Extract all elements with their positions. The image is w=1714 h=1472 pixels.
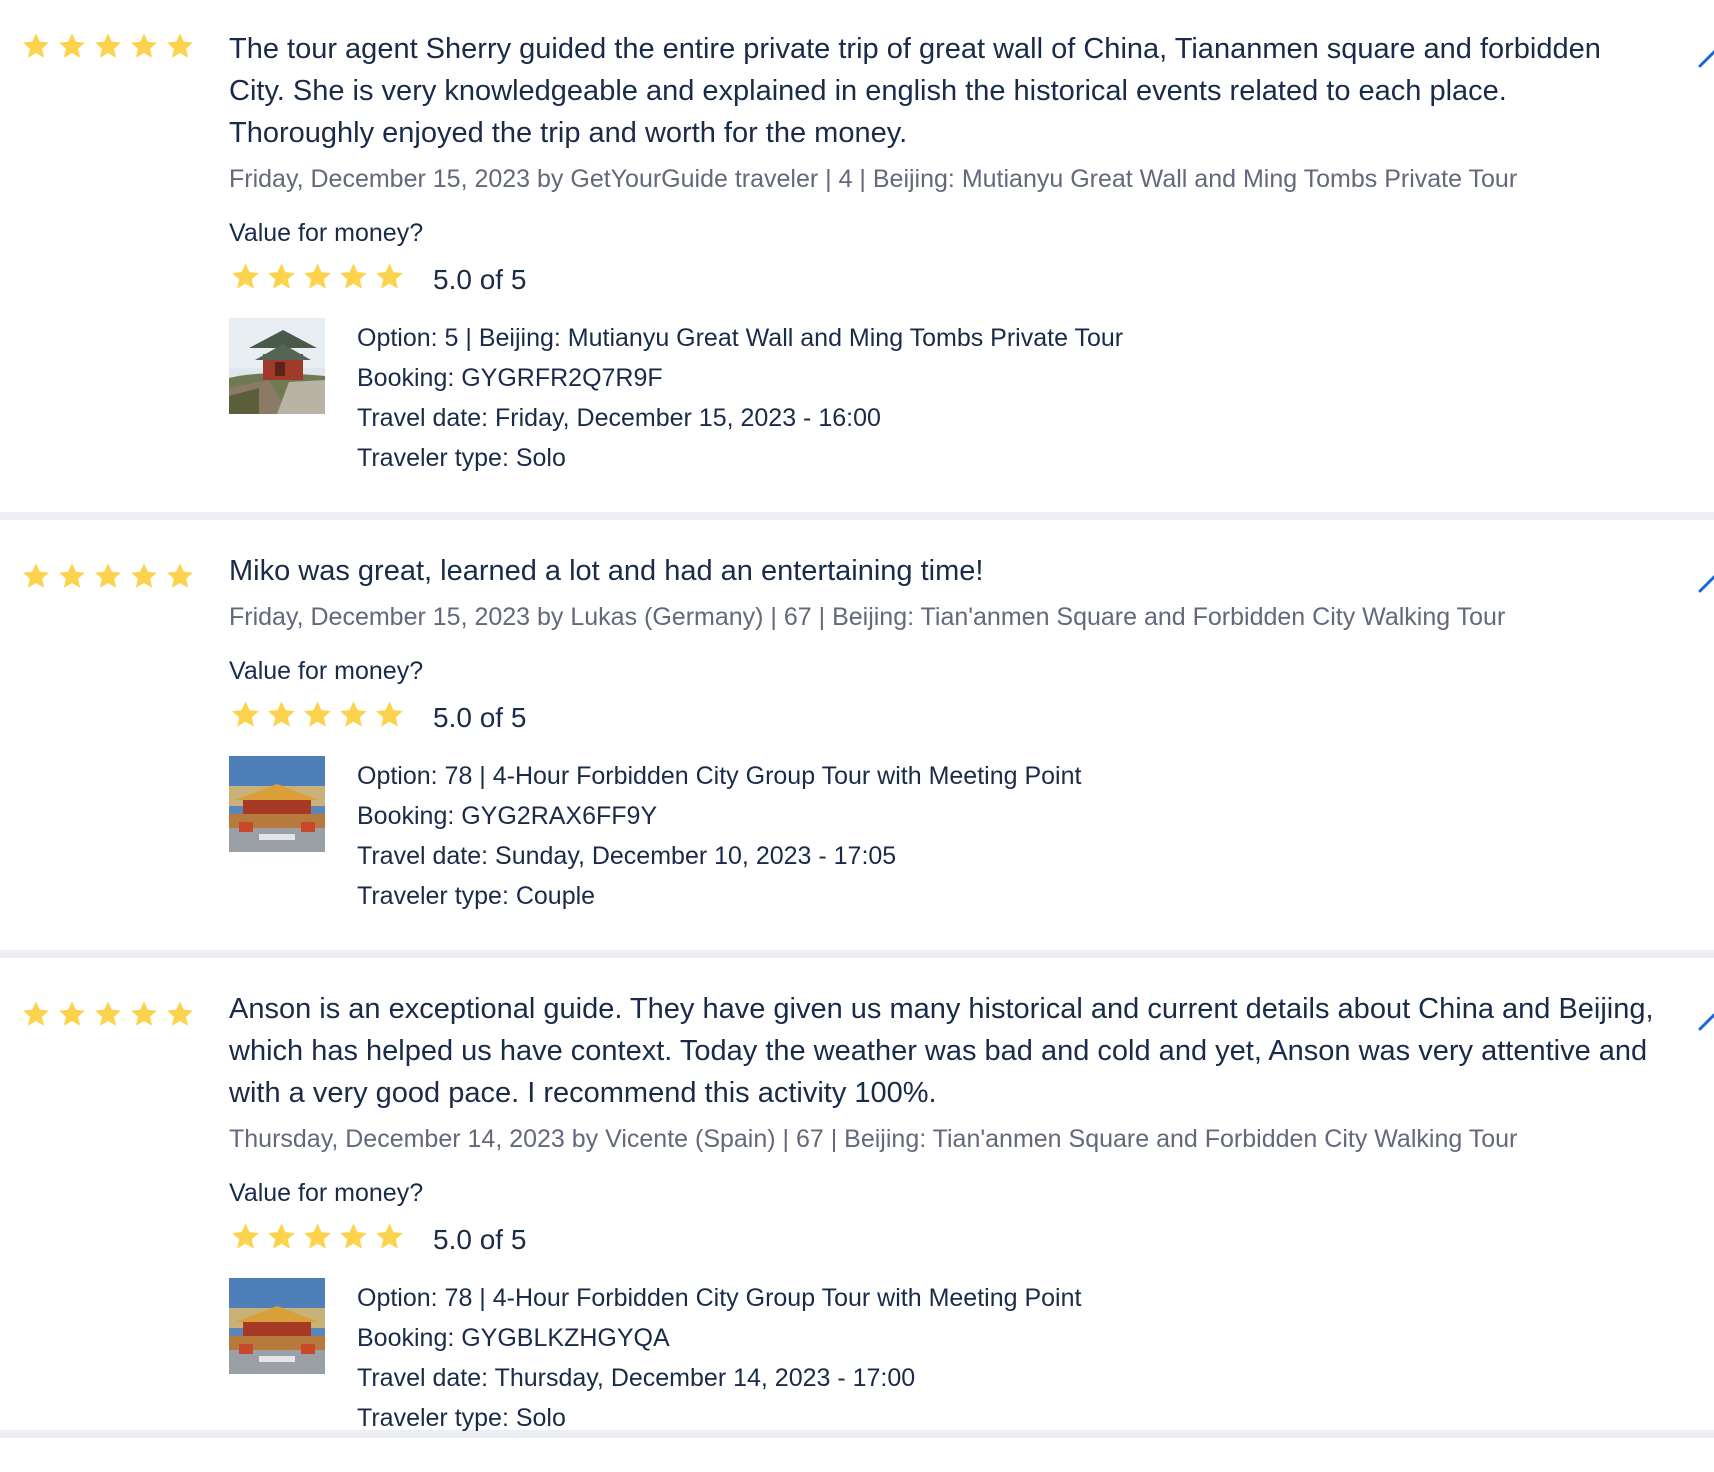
review-text: Anson is an exceptional guide. They have… <box>229 993 1654 1109</box>
traveler-type: Traveler type: Solo <box>357 444 566 472</box>
star-icon <box>20 998 52 1030</box>
star-icon <box>265 260 298 293</box>
star-icon <box>301 698 334 731</box>
star-icon <box>229 698 262 731</box>
star-icon <box>337 1220 370 1253</box>
booking-option: Option: 78 | 4-Hour Forbidden City Group… <box>357 1284 1082 1312</box>
booking-option: Option: 78 | 4-Hour Forbidden City Group… <box>357 762 1082 790</box>
star-icon <box>128 30 160 62</box>
traveler-type: Traveler type: Couple <box>357 882 596 910</box>
star-icon <box>20 30 52 62</box>
star-icon <box>92 560 124 592</box>
value-rating-stars <box>229 698 406 731</box>
review-card: Miko was great, learned a lot and had an… <box>0 520 1714 958</box>
value-rating-stars <box>229 260 406 293</box>
review-meta: Friday, December 15, 2023 by GetYourGuid… <box>229 165 1518 193</box>
forbidden-city-photo[interactable] <box>229 756 325 852</box>
booking-info: Option: 5 | Beijing: Mutianyu Great Wall… <box>229 318 1654 478</box>
travel-date: Travel date: Sunday, December 10, 2023 -… <box>357 842 897 870</box>
review-list: The tour agent Sherry guided the entire … <box>0 0 1714 1438</box>
booking-info: Option: 78 | 4-Hour Forbidden City Group… <box>229 756 1654 916</box>
booking-info: Option: 78 | 4-Hour Forbidden City Group… <box>229 1278 1654 1438</box>
star-icon <box>164 998 196 1030</box>
edit-icon[interactable] <box>1698 40 1714 80</box>
value-score: 5.0 of 5 <box>433 1224 527 1255</box>
value-score: 5.0 of 5 <box>433 264 527 295</box>
star-icon <box>265 698 298 731</box>
value-rating-stars <box>229 1220 406 1253</box>
review-card: Anson is an exceptional guide. They have… <box>0 958 1714 1438</box>
value-for-money-label: Value for money? <box>229 1179 424 1207</box>
ming-tombs-photo[interactable] <box>229 318 325 414</box>
star-icon <box>337 260 370 293</box>
star-icon <box>56 560 88 592</box>
value-for-money-label: Value for money? <box>229 219 424 247</box>
star-icon <box>128 560 160 592</box>
star-icon <box>373 260 406 293</box>
review-meta: Thursday, December 14, 2023 by Vicente (… <box>229 1125 1518 1153</box>
star-icon <box>56 30 88 62</box>
star-icon <box>265 1220 298 1253</box>
star-icon <box>301 260 334 293</box>
overall-rating-stars <box>20 560 196 592</box>
star-icon <box>92 998 124 1030</box>
overall-rating-stars <box>20 998 196 1030</box>
star-icon <box>229 1220 262 1253</box>
review-card: The tour agent Sherry guided the entire … <box>0 0 1714 520</box>
star-icon <box>301 1220 334 1253</box>
traveler-type: Traveler type: Solo <box>357 1404 566 1432</box>
star-icon <box>56 998 88 1030</box>
review-meta: Friday, December 15, 2023 by Lukas (Germ… <box>229 603 1506 631</box>
booking-reference: Booking: GYG2RAX6FF9Y <box>357 802 658 830</box>
star-icon <box>229 260 262 293</box>
edit-icon[interactable] <box>1698 565 1714 605</box>
star-icon <box>128 998 160 1030</box>
star-icon <box>92 30 124 62</box>
review-text: The tour agent Sherry guided the entire … <box>229 33 1601 149</box>
travel-date: Travel date: Thursday, December 14, 2023… <box>357 1364 916 1392</box>
star-icon <box>164 30 196 62</box>
star-icon <box>337 698 370 731</box>
review-text: Miko was great, learned a lot and had an… <box>229 555 984 587</box>
star-icon <box>373 1220 406 1253</box>
booking-reference: Booking: GYGBLKZHGYQA <box>357 1324 670 1352</box>
value-score: 5.0 of 5 <box>433 702 527 733</box>
booking-option: Option: 5 | Beijing: Mutianyu Great Wall… <box>357 324 1124 352</box>
booking-reference: Booking: GYGRFR2Q7R9F <box>357 364 663 392</box>
star-icon <box>373 698 406 731</box>
forbidden-city-photo[interactable] <box>229 1278 325 1374</box>
travel-date: Travel date: Friday, December 15, 2023 -… <box>357 404 881 432</box>
star-icon <box>164 560 196 592</box>
edit-icon[interactable] <box>1698 1003 1714 1043</box>
value-for-money-label: Value for money? <box>229 657 424 685</box>
overall-rating-stars <box>20 30 196 62</box>
star-icon <box>20 560 52 592</box>
